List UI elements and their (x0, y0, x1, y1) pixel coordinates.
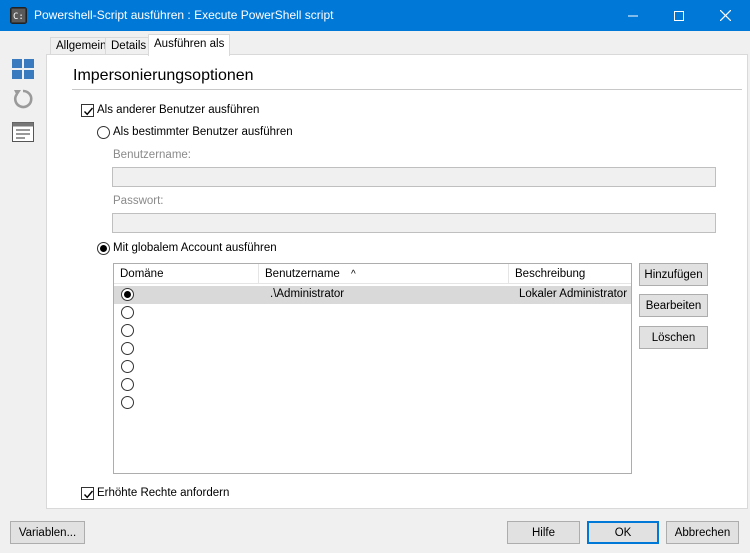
variables-button[interactable]: Variablen... (10, 521, 85, 544)
row-select-radio[interactable] (121, 324, 134, 337)
row-select-radio[interactable] (121, 378, 134, 391)
minimize-icon (628, 15, 638, 16)
specific-user-radio[interactable] (97, 126, 110, 139)
username-field[interactable] (112, 167, 716, 187)
elevated-rights-label: Erhöhte Rechte anfordern (97, 487, 230, 499)
table-row[interactable]: .\Administrator Lokaler Administrator (114, 286, 631, 304)
refresh-icon[interactable] (11, 87, 35, 111)
tab-allgemein[interactable]: Allgemein (50, 37, 113, 55)
run-as-other-user-checkbox[interactable] (81, 104, 94, 117)
row-select-radio[interactable] (121, 396, 134, 409)
password-label: Passwort: (113, 195, 164, 207)
close-button[interactable] (702, 0, 748, 31)
specific-user-label: Als bestimmter Benutzer ausführen (113, 126, 293, 138)
close-icon (719, 10, 731, 21)
grid-view-icon[interactable] (11, 57, 35, 81)
row-select-radio[interactable] (121, 342, 134, 355)
table-row[interactable] (114, 376, 631, 394)
cancel-button[interactable]: Abbrechen (666, 521, 739, 544)
checkmark-icon (83, 107, 94, 116)
password-field[interactable] (112, 213, 716, 233)
tab-ausfuehren-als[interactable]: Ausführen als (148, 34, 231, 56)
column-header-username[interactable]: Benutzername ^ (259, 264, 509, 284)
row-select-radio[interactable] (121, 288, 134, 301)
window-title: Powershell-Script ausführen : Execute Po… (34, 8, 334, 22)
row-username: .\Administrator (270, 288, 345, 300)
column-header-description[interactable]: Beschreibung (509, 264, 631, 284)
global-account-radio[interactable] (97, 242, 110, 255)
svg-text:C:: C: (13, 12, 24, 22)
table-row[interactable] (114, 358, 631, 376)
minimize-button[interactable] (610, 0, 656, 31)
add-button[interactable]: Hinzufügen (639, 263, 708, 286)
title-bar: C: Powershell-Script ausführen : Execute… (0, 0, 750, 31)
section-title: Impersonierungsoptionen (73, 67, 254, 84)
sort-ascending-icon: ^ (351, 269, 356, 280)
run-as-other-user-label: Als anderer Benutzer ausführen (97, 104, 260, 116)
column-header-domain[interactable]: Domäne (114, 264, 259, 284)
delete-button[interactable]: Löschen (639, 326, 708, 349)
tab-panel: Impersonierungsoptionen Als anderer Benu… (46, 54, 748, 509)
powershell-app-icon: C: (10, 7, 27, 24)
section-divider (72, 89, 742, 90)
left-toolbar (0, 31, 44, 509)
edit-button[interactable]: Bearbeiten (639, 294, 708, 317)
global-account-label: Mit globalem Account ausführen (113, 242, 277, 254)
maximize-button[interactable] (656, 0, 702, 31)
table-row[interactable] (114, 322, 631, 340)
column-header-username-label: Benutzername (265, 268, 340, 280)
accounts-table[interactable]: Domäne Benutzername ^ Beschreibung .\Adm… (113, 263, 632, 474)
table-row[interactable] (114, 340, 631, 358)
help-button[interactable]: Hilfe (507, 521, 580, 544)
row-description: Lokaler Administrator (519, 288, 628, 300)
tab-details[interactable]: Details (105, 37, 153, 55)
properties-icon[interactable] (11, 120, 35, 144)
ok-button[interactable]: OK (587, 521, 659, 544)
table-header: Domäne Benutzername ^ Beschreibung (114, 264, 631, 284)
row-select-radio[interactable] (121, 306, 134, 319)
checkmark-icon (83, 490, 94, 499)
maximize-icon (674, 10, 684, 21)
row-select-radio[interactable] (121, 360, 134, 373)
table-row[interactable] (114, 304, 631, 322)
table-row[interactable] (114, 394, 631, 412)
username-label: Benutzername: (113, 149, 191, 161)
elevated-rights-checkbox[interactable] (81, 487, 94, 500)
